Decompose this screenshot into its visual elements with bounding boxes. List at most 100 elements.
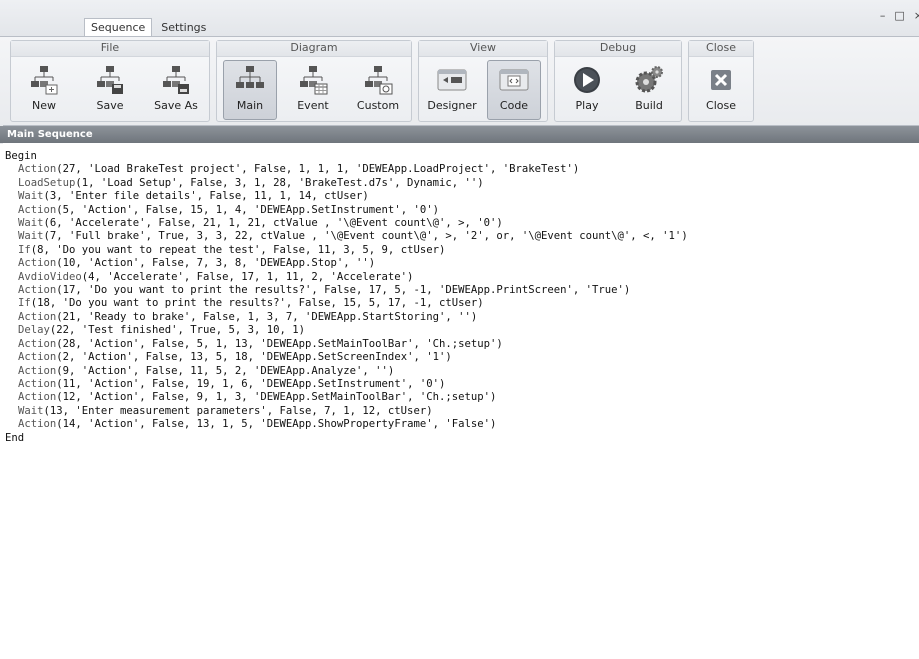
code-arguments: (13, 'Enter measurement parameters', Fal… — [43, 404, 433, 417]
ribbon-group-diagram: Diagram Main Event Custom — [216, 40, 412, 122]
event-diagram-icon — [300, 66, 328, 95]
code-arguments: (3, 'Enter file details', False, 11, 1, … — [43, 190, 369, 203]
code-keyword: If — [18, 297, 31, 310]
code-label: Code — [499, 99, 529, 112]
save-as-label: Save As — [154, 99, 198, 112]
new-diagram-icon — [31, 66, 58, 95]
code-keyword: Action — [18, 364, 57, 377]
code-arguments: (27, 'Load BrakeTest project', False, 1,… — [56, 163, 580, 176]
code-line: Wait(3, 'Enter file details', False, 11,… — [5, 190, 919, 203]
close-window-button[interactable]: × — [914, 9, 919, 22]
code-keyword: Action — [18, 418, 57, 431]
new-button[interactable]: New — [17, 60, 71, 120]
code-arguments: (2, 'Action', False, 13, 5, 18, 'DEWEApp… — [56, 351, 452, 364]
play-label: Play — [575, 99, 599, 112]
code-keyword: Action — [18, 377, 57, 390]
ribbon: File New Save Save As Diagram Main Event… — [0, 36, 919, 126]
custom-button[interactable]: Custom — [351, 60, 405, 120]
app-window: Sequence Settings – □ × File New Save Sa… — [0, 0, 919, 659]
code-keyword: Action — [18, 203, 57, 216]
play-icon — [574, 67, 600, 93]
code-line: Action(14, 'Action', False, 13, 1, 5, 'D… — [5, 418, 919, 431]
code-line: Wait(6, 'Accelerate', False, 21, 1, 21, … — [5, 217, 919, 230]
code-arguments: (12, 'Action', False, 9, 1, 3, 'DEWEApp.… — [56, 391, 497, 404]
code-view-icon — [499, 69, 529, 91]
code-arguments: (22, 'Test finished', True, 5, 3, 10, 1) — [49, 324, 306, 337]
save-as-button[interactable]: Save As — [149, 60, 203, 120]
group-title-view: View — [419, 41, 547, 57]
designer-button[interactable]: Designer — [425, 60, 479, 120]
code-keyword: Action — [18, 257, 57, 270]
code-keyword: Action — [18, 310, 57, 323]
code-line: Action(2, 'Action', False, 13, 5, 18, 'D… — [5, 351, 919, 364]
tab-sequence[interactable]: Sequence — [84, 18, 153, 38]
code-arguments: (5, 'Action', False, 15, 1, 4, 'DEWEApp.… — [56, 203, 439, 216]
build-label: Build — [635, 99, 663, 112]
title-bar: Sequence Settings – □ × — [0, 0, 919, 38]
code-arguments: (17, 'Do you want to print the results?'… — [56, 284, 631, 297]
code-keyword: LoadSetup — [18, 176, 76, 189]
close-button[interactable]: Close — [694, 60, 748, 120]
code-arguments: (9, 'Action', False, 11, 5, 2, 'DEWEApp.… — [56, 364, 395, 377]
code-line: Action(9, 'Action', False, 11, 5, 2, 'DE… — [5, 365, 919, 378]
code-arguments: (18, 'Do you want to print the results?'… — [30, 297, 484, 310]
code-line: Action(10, 'Action', False, 7, 3, 8, 'DE… — [5, 257, 919, 270]
code-begin: Begin — [5, 150, 37, 162]
code-line: Action(12, 'Action', False, 9, 1, 3, 'DE… — [5, 391, 919, 404]
code-line: Wait(7, 'Full brake', True, 3, 3, 22, ct… — [5, 230, 919, 243]
code-line: Action(11, 'Action', False, 19, 1, 6, 'D… — [5, 378, 919, 391]
main-diagram-icon — [236, 66, 264, 88]
ribbon-group-debug: Debug Play Build — [554, 40, 682, 122]
code-keyword: Action — [18, 337, 57, 350]
code-arguments: (11, 'Action', False, 19, 1, 6, 'DEWEApp… — [56, 377, 446, 390]
play-button[interactable]: Play — [560, 60, 614, 120]
code-editor[interactable]: Begin Action(27, 'Load BrakeTest project'… — [0, 144, 919, 659]
section-header: Main Sequence — [0, 126, 919, 143]
code-line: Action(21, 'Ready to brake', False, 1, 3… — [5, 311, 919, 324]
code-keyword: AvdioVideo — [18, 270, 82, 283]
main-label: Main — [236, 99, 264, 112]
maximize-button[interactable]: □ — [894, 9, 904, 22]
ribbon-group-file: File New Save Save As — [10, 40, 210, 122]
save-diagram-icon — [97, 66, 123, 94]
event-button[interactable]: Event — [286, 60, 340, 120]
save-button[interactable]: Save — [83, 60, 137, 120]
close-icon — [711, 70, 731, 90]
new-label: New — [32, 99, 56, 112]
build-button[interactable]: Build — [622, 60, 676, 120]
code-line: Action(28, 'Action', False, 5, 1, 13, 'D… — [5, 338, 919, 351]
code-text[interactable]: Begin Action(27, 'Load BrakeTest project'… — [0, 144, 919, 445]
code-keyword: Wait — [18, 217, 44, 230]
designer-label: Designer — [427, 99, 477, 112]
code-line: If(18, 'Do you want to print the results… — [5, 297, 919, 310]
minimize-button[interactable]: – — [880, 9, 886, 22]
code-line: Delay(22, 'Test finished', True, 5, 3, 1… — [5, 324, 919, 337]
group-title-debug: Debug — [555, 41, 681, 57]
code-keyword: Delay — [18, 324, 50, 337]
code-keyword: Wait — [18, 404, 44, 417]
main-button[interactable]: Main — [223, 60, 277, 120]
event-label: Event — [297, 99, 329, 112]
group-title-close: Close — [689, 41, 753, 57]
gears-icon — [635, 66, 663, 93]
window-controls: – □ × — [880, 9, 919, 22]
code-line: Action(5, 'Action', False, 15, 1, 4, 'DE… — [5, 204, 919, 217]
group-title-file: File — [11, 41, 209, 57]
code-keyword: Wait — [18, 190, 44, 203]
code-arguments: (6, 'Accelerate', False, 21, 1, 21, ctVa… — [43, 217, 503, 230]
code-line: AvdioVideo(4, 'Accelerate', False, 17, 1… — [5, 271, 919, 284]
code-line: Action(17, 'Do you want to print the res… — [5, 284, 919, 297]
code-line: If(8, 'Do you want to repeat the test', … — [5, 244, 919, 257]
code-keyword: Action — [18, 284, 57, 297]
code-keyword: Action — [18, 391, 57, 404]
ribbon-group-close: Close Close — [688, 40, 754, 122]
code-arguments: (21, 'Ready to brake', False, 1, 3, 7, '… — [56, 310, 478, 323]
tab-strip: Sequence Settings — [84, 18, 215, 38]
close-label: Close — [706, 99, 736, 112]
tab-settings[interactable]: Settings — [154, 18, 213, 38]
code-keyword: Action — [18, 351, 57, 364]
code-button[interactable]: Code — [487, 60, 541, 120]
group-title-diagram: Diagram — [217, 41, 411, 57]
code-keyword: Action — [18, 163, 57, 176]
save-as-diagram-icon — [163, 66, 189, 94]
